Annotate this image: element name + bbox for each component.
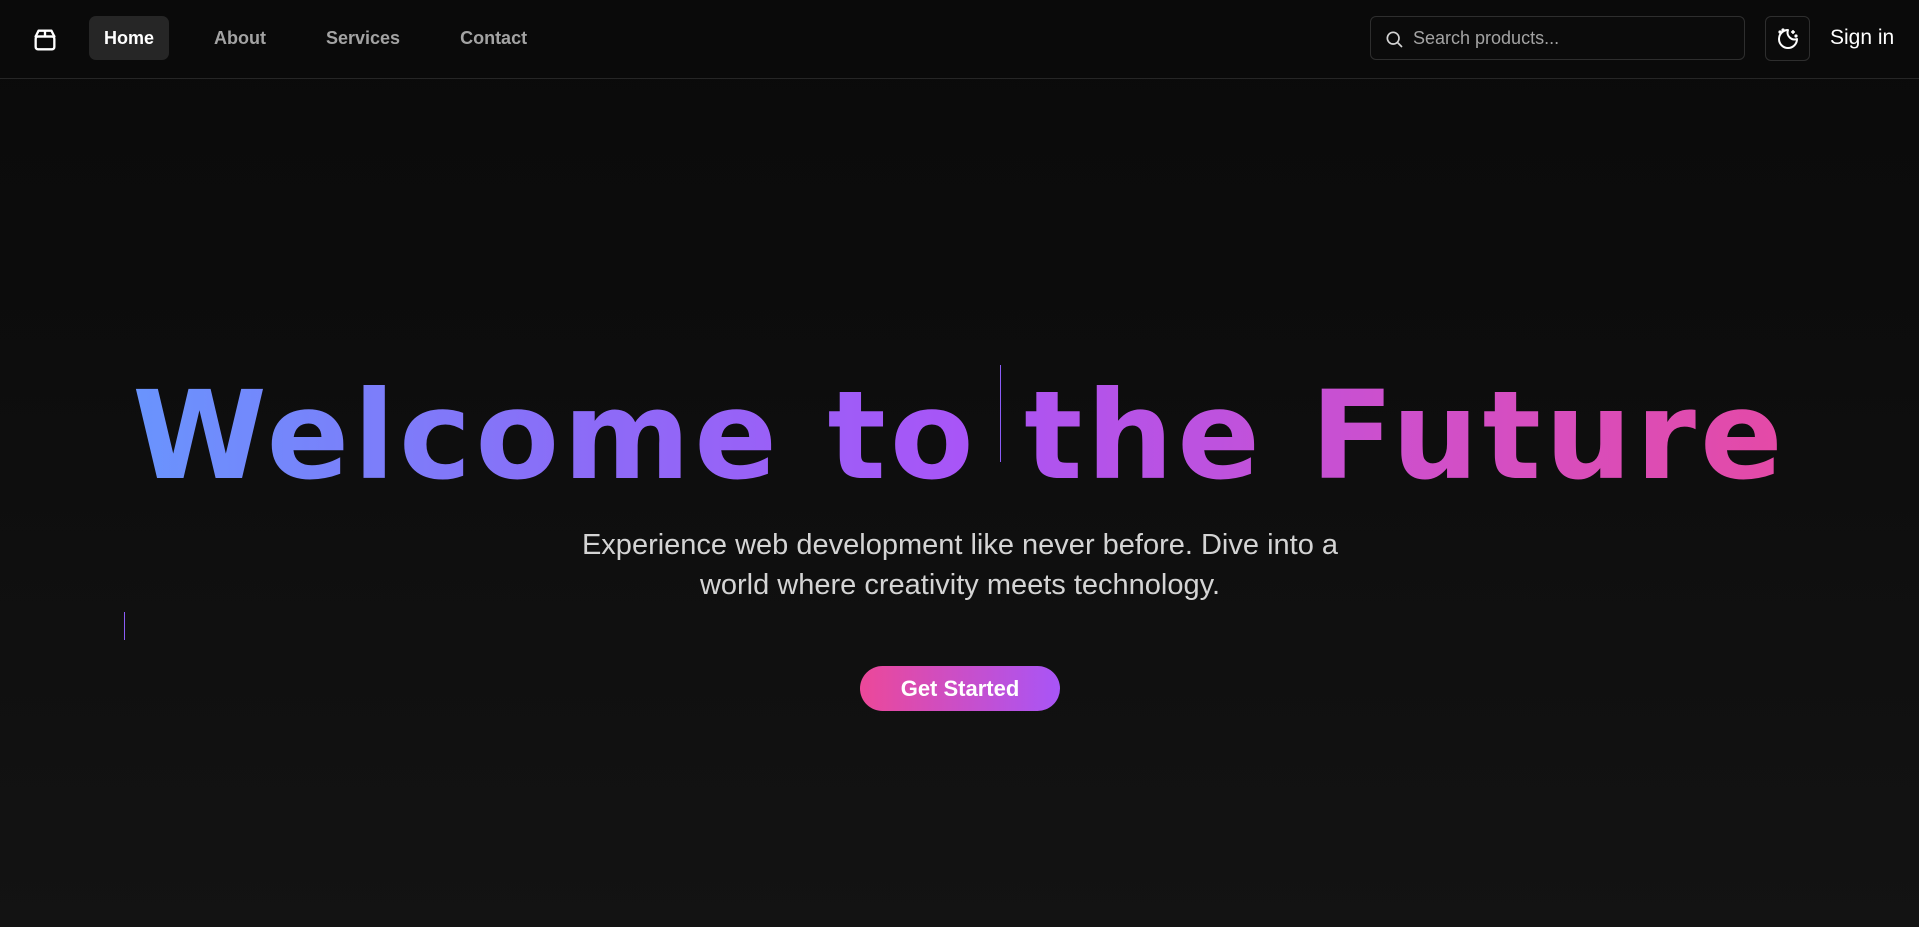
theme-toggle-button[interactable] [1765,16,1810,61]
moon-stars-icon [1776,27,1800,51]
nav-item-services[interactable]: Services [311,16,415,60]
main-nav: Home About Services Contact [89,16,572,60]
sign-in-link[interactable]: Sign in [1830,26,1894,50]
hero-subtitle: Experience web development like never be… [555,525,1365,605]
hero-subtitle-line-1: Experience web development like never be… [581,529,1339,561]
get-started-button[interactable]: Get Started [860,666,1060,711]
nav-item-contact[interactable]: Contact [445,16,542,60]
search-icon [1384,29,1404,49]
nav-item-home[interactable]: Home [89,16,170,60]
nav-item-about[interactable]: About [199,16,281,60]
hero-title: Welcome to the Future [0,368,1919,504]
search-box [1370,16,1745,60]
search-input[interactable] [1413,27,1723,49]
top-navigation-bar: Home About Services Contact Sign in [0,0,1919,79]
hero-subtitle-line-2: world where creativity meets technology. [699,569,1221,601]
cursor-line-decoration [1000,365,1001,462]
package-icon[interactable] [30,26,60,54]
cursor-line-decoration [124,612,125,640]
